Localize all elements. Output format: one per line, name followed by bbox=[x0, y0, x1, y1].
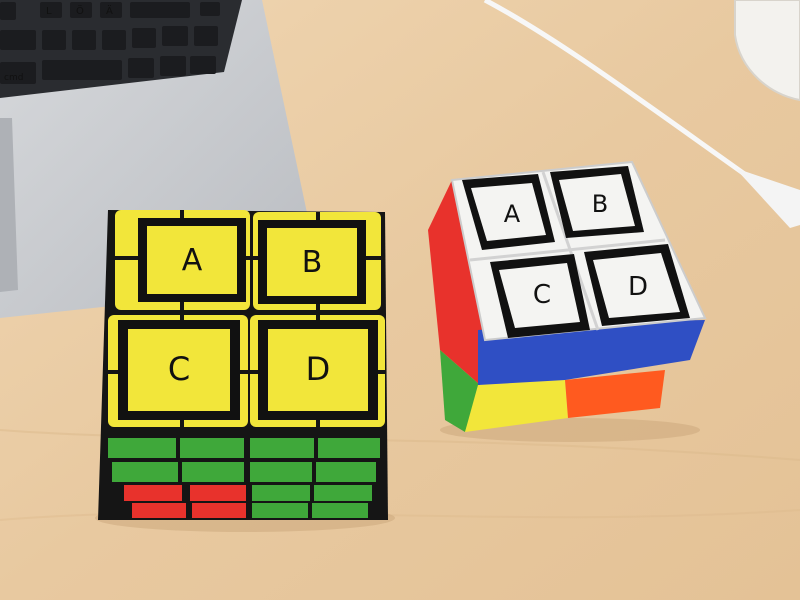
right-marker-c-label: C bbox=[533, 280, 551, 310]
left-marker-a: A bbox=[138, 218, 246, 302]
right-marker-b-label: B bbox=[592, 190, 608, 218]
left-cube-front-face bbox=[108, 438, 380, 518]
key-label-l: L bbox=[46, 6, 52, 17]
photo-scene: L Ö Ä cmd A B C D A B C D bbox=[0, 0, 800, 600]
left-marker-c-label: C bbox=[168, 350, 190, 388]
left-marker-b: B bbox=[258, 220, 366, 304]
key-label-o: Ö bbox=[76, 4, 84, 17]
left-marker-c: C bbox=[118, 320, 240, 420]
right-marker-a-label: A bbox=[504, 200, 521, 228]
key-label-a: Ä bbox=[106, 4, 113, 17]
left-marker-d: D bbox=[258, 320, 378, 420]
left-marker-d-label: D bbox=[306, 350, 331, 388]
key-label-cmd: cmd bbox=[4, 73, 23, 83]
right-marker-d-label: D bbox=[628, 272, 648, 302]
left-marker-b-label: B bbox=[302, 245, 323, 280]
left-marker-a-label: A bbox=[182, 243, 203, 278]
left-cube: A B C D bbox=[95, 210, 395, 532]
right-marker-b: B bbox=[550, 166, 644, 238]
